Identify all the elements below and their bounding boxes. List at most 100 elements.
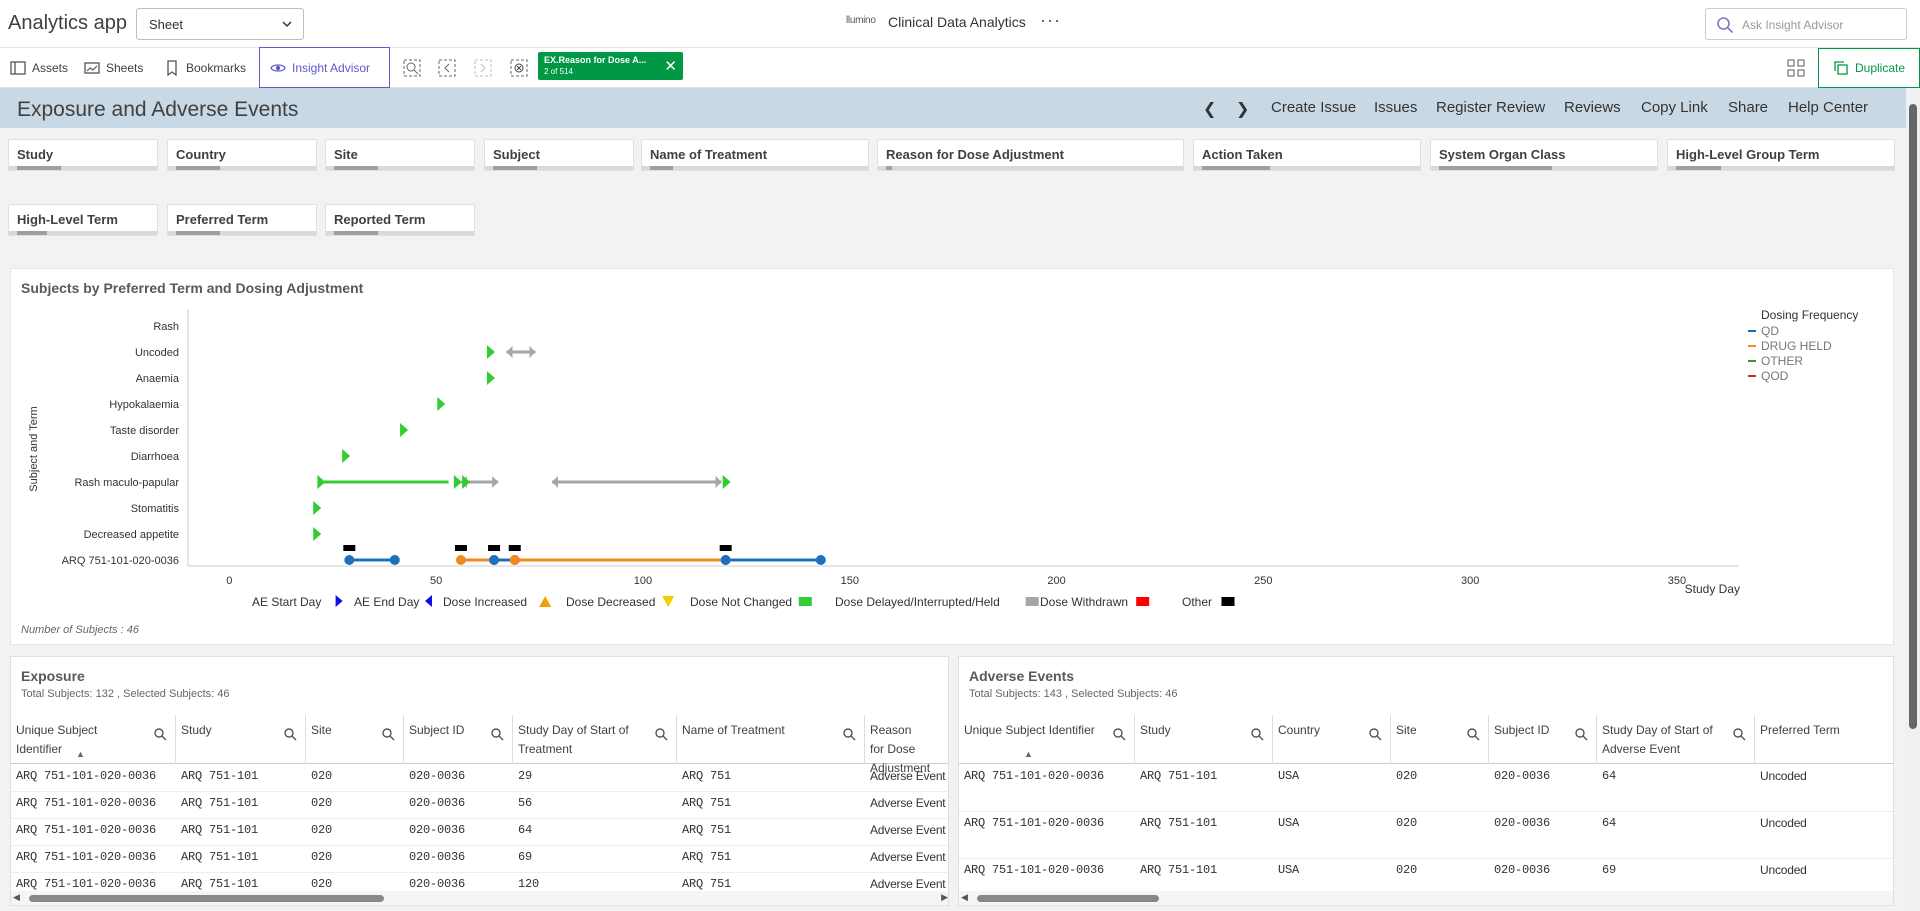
column-header[interactable]: Subject ID (404, 715, 513, 764)
y-tick-label: ARQ 751-101-020-0036 (62, 555, 179, 567)
insight-advisor-button[interactable]: Insight Advisor (259, 47, 390, 88)
sheets-button[interactable]: Sheets (78, 48, 149, 87)
table-row[interactable]: ARQ 751-101-020-0036 ARQ 751-101 USA 020 020… (959, 812, 1893, 859)
ask-insight-input[interactable]: Ask Insight Advisor (1705, 8, 1907, 40)
filter-action-taken[interactable]: Action Taken (1193, 139, 1421, 171)
table-cell: 69 (1602, 863, 1617, 877)
bottom-legend-label: Other (1182, 595, 1212, 609)
scrollbar-thumb[interactable] (977, 895, 1159, 902)
table-cell: Adverse Event (870, 769, 946, 783)
x-tick-label: 300 (1461, 575, 1479, 587)
search-icon[interactable] (283, 727, 297, 741)
y-tick-label: Diarrhoea (131, 451, 180, 463)
column-header[interactable]: Unique Subject Identifier ▲ (11, 715, 176, 764)
search-icon[interactable] (1250, 727, 1264, 741)
chart-svg[interactable]: Subject and Term Rash Uncoded Anaemia Hypoka… (11, 269, 1895, 646)
step-forward-icon[interactable] (473, 58, 493, 78)
create-issue-link[interactable]: Create Issue (1271, 99, 1356, 116)
column-header[interactable]: Study (1135, 715, 1273, 764)
table-cell: ARQ 751-101 (181, 823, 259, 837)
search-icon[interactable] (1574, 727, 1588, 741)
exposure-table-panel: Exposure Total Subjects: 132 , Selected … (10, 656, 949, 906)
table-row[interactable]: ARQ 751-101-020-0036 ARQ 751-101 020 020-00… (11, 792, 948, 819)
column-header[interactable]: Site (1391, 715, 1489, 764)
vertical-scrollbar[interactable] (1906, 88, 1920, 911)
filter-label: Study (17, 147, 54, 162)
filter-bar (642, 166, 868, 170)
bookmarks-button[interactable]: Bookmarks (158, 48, 252, 87)
column-header[interactable]: Unique Subject Identifier ▲ (959, 715, 1135, 764)
selection-chip[interactable]: EX.Reason for Dose A... 2 of 514 ✕ (538, 52, 683, 80)
column-header[interactable]: Reason for Dose Adjustment (865, 715, 948, 775)
sort-ascending-icon[interactable]: ▲ (76, 745, 85, 764)
filter-system-organ-class[interactable]: System Organ Class (1430, 139, 1658, 171)
filter-bar (9, 231, 157, 235)
share-link[interactable]: Share (1728, 99, 1768, 116)
duplicate-button[interactable]: Duplicate (1818, 48, 1920, 88)
sheet-title: Exposure and Adverse Events (17, 98, 299, 121)
smart-search-icon[interactable] (402, 58, 422, 78)
search-icon[interactable] (1732, 727, 1746, 741)
clear-selections-icon[interactable] (509, 58, 529, 78)
filter-name-of-treatment[interactable]: Name of Treatment (641, 139, 869, 171)
column-header[interactable]: Site (306, 715, 404, 764)
chevron-left-icon[interactable]: ❮ (1203, 99, 1216, 119)
column-header-label: Unique Subject Identifier (964, 723, 1095, 737)
search-icon[interactable] (1368, 727, 1382, 741)
chevron-right-icon[interactable]: ❯ (1236, 99, 1249, 119)
filter-label: System Organ Class (1439, 147, 1566, 162)
filter-country[interactable]: Country (167, 139, 317, 171)
grid-icon[interactable] (1786, 58, 1806, 78)
filter-reported-term[interactable]: Reported Term (325, 204, 475, 236)
horizontal-scrollbar[interactable]: ◀ ▶ (11, 891, 948, 905)
dose-withdrawn-end-marker (715, 476, 722, 488)
horizontal-scrollbar[interactable]: ◀ (959, 891, 1893, 905)
filter-high-level-term[interactable]: High-Level Term (8, 204, 158, 236)
sheet-select[interactable]: Sheet (136, 8, 304, 40)
column-header[interactable]: Study (176, 715, 306, 764)
search-icon[interactable] (1466, 727, 1480, 741)
adverse-events-table-panel: Adverse Events Total Subjects: 143 , Sel… (958, 656, 1894, 906)
column-header[interactable]: Subject ID (1489, 715, 1597, 764)
search-icon[interactable] (1112, 727, 1126, 741)
scroll-left-icon[interactable]: ◀ (13, 892, 20, 903)
step-back-icon[interactable] (437, 58, 457, 78)
issues-link[interactable]: Issues (1374, 99, 1417, 116)
vertical-scrollbar-thumb[interactable] (1909, 104, 1917, 729)
table-cell: 020-0036 (1494, 769, 1551, 783)
table-row[interactable]: ARQ 751-101-020-0036 ARQ 751-101 020 020-00… (11, 846, 948, 873)
search-icon[interactable] (490, 727, 504, 741)
search-icon[interactable] (654, 727, 668, 741)
more-menu-icon[interactable]: ··· (1040, 10, 1061, 31)
scroll-right-icon[interactable]: ▶ (941, 892, 948, 903)
column-header[interactable]: Name of Treatment (677, 715, 865, 764)
filter-site[interactable]: Site (325, 139, 475, 171)
close-icon[interactable]: ✕ (664, 57, 677, 75)
table-row[interactable]: ARQ 751-101-020-0036 ARQ 751-101 020 020-00… (11, 765, 948, 792)
table-cell: 020-0036 (409, 796, 466, 810)
sort-ascending-icon[interactable]: ▲ (1024, 745, 1033, 764)
filter-subject[interactable]: Subject (484, 139, 634, 171)
column-header[interactable]: Preferred Term (1755, 715, 1893, 764)
app-root: Analytics app Sheet llumino Clinical Dat… (0, 0, 1920, 911)
search-icon[interactable] (153, 727, 167, 741)
scrollbar-thumb[interactable] (29, 895, 384, 902)
copy-link-link[interactable]: Copy Link (1641, 99, 1708, 116)
column-header[interactable]: Country (1273, 715, 1391, 764)
column-header[interactable]: Study Day of Start of Adverse Event (1597, 715, 1755, 764)
table-row[interactable]: ARQ 751-101-020-0036 ARQ 751-101 020 020-00… (11, 819, 948, 846)
scroll-left-icon[interactable]: ◀ (961, 892, 968, 903)
search-icon[interactable] (381, 727, 395, 741)
register-review-link[interactable]: Register Review (1436, 99, 1545, 116)
help-center-link[interactable]: Help Center (1788, 99, 1868, 116)
table-row[interactable]: ARQ 751-101-020-0036 ARQ 751-101 USA 020 020… (959, 765, 1893, 812)
filter-reason-for-dose-adjustment[interactable]: Reason for Dose Adjustment (877, 139, 1184, 171)
filter-study[interactable]: Study (8, 139, 158, 171)
search-icon[interactable] (842, 727, 856, 741)
column-header[interactable]: Study Day of Start of Treatment (513, 715, 677, 764)
assets-button[interactable]: Assets (4, 48, 74, 87)
table-cell: ARQ 751 (682, 850, 732, 864)
reviews-link[interactable]: Reviews (1564, 99, 1621, 116)
filter-high-level-group-term[interactable]: High-Level Group Term (1667, 139, 1895, 171)
filter-preferred-term[interactable]: Preferred Term (167, 204, 317, 236)
